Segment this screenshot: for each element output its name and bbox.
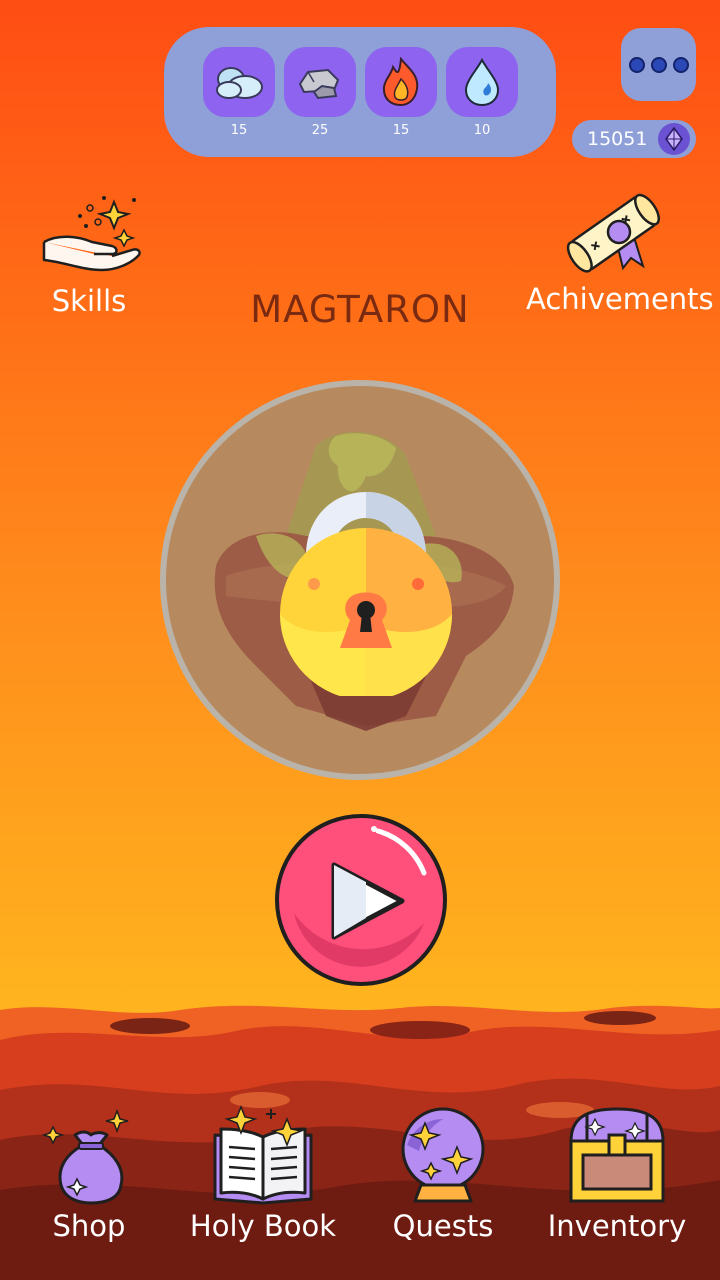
resource-rock[interactable] [284, 47, 356, 117]
treasure-chest-icon [569, 1107, 665, 1203]
magic-hand-icon [42, 196, 141, 272]
crystal-ball-icon [401, 1107, 485, 1203]
skills-button[interactable]: Skills [30, 190, 148, 318]
resource-count-rock: 25 [311, 123, 329, 138]
gem-count: 15051 [587, 128, 648, 150]
nav-holy-book[interactable]: Holy Book [178, 1105, 348, 1243]
fire-icon [382, 57, 419, 107]
gem-balance[interactable]: 15051 [572, 120, 696, 158]
resource-bar: 15 25 15 10 [164, 27, 556, 157]
more-icon [628, 56, 645, 73]
money-bag-icon [41, 1108, 129, 1205]
resource-count-water: 10 [473, 123, 491, 138]
padlock-icon [280, 492, 452, 696]
nav-quests-label: Quests [392, 1209, 494, 1243]
skills-label: Skills [51, 284, 127, 318]
nav-shop-label: Shop [52, 1209, 126, 1243]
more-menu-button[interactable] [621, 28, 696, 101]
resource-count-cloud: 15 [230, 123, 248, 138]
rock-icon [298, 68, 340, 100]
play-icon [275, 814, 447, 986]
scroll-icon [566, 193, 661, 273]
world-island-locked[interactable] [160, 380, 560, 780]
water-drop-icon [464, 57, 500, 107]
resource-fire[interactable] [365, 47, 437, 117]
more-icon-dot [672, 56, 689, 73]
nav-holy-book-label: Holy Book [189, 1209, 337, 1243]
more-icon-dot [650, 56, 667, 73]
play-button[interactable] [274, 813, 448, 987]
nav-quests[interactable]: Quests [358, 1105, 528, 1243]
nav-inventory[interactable]: Inventory [532, 1105, 702, 1243]
resource-count-fire: 15 [392, 123, 410, 138]
achievements-button[interactable]: Achivements [526, 186, 714, 316]
gem-icon [658, 123, 690, 155]
world-title: MAGTARON [250, 288, 470, 331]
achievements-label: Achivements [526, 282, 714, 316]
cloud-icon [216, 67, 263, 99]
open-book-icon [213, 1105, 313, 1205]
nav-inventory-label: Inventory [547, 1209, 687, 1243]
nav-shop[interactable]: Shop [4, 1105, 174, 1243]
resource-cloud[interactable] [203, 47, 275, 117]
resource-water[interactable] [446, 47, 518, 117]
